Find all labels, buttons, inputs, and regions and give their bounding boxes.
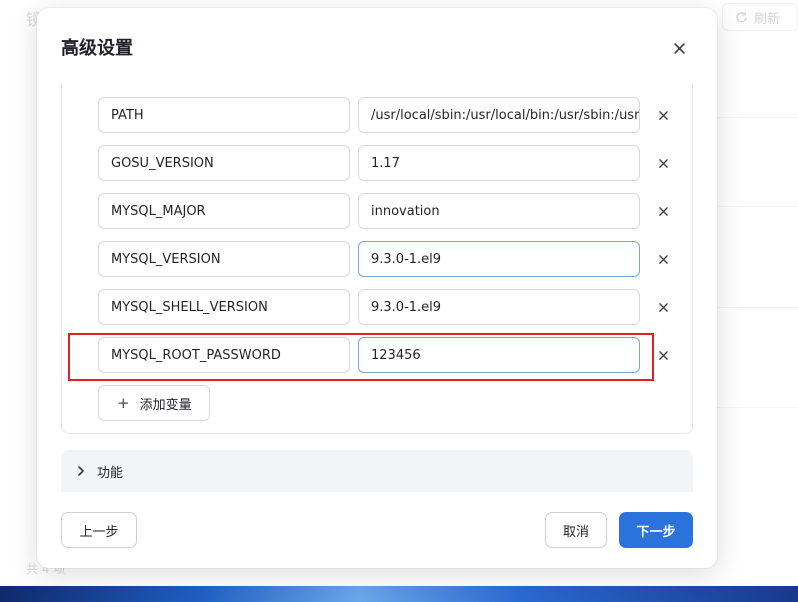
remove-variable-button[interactable] [654, 298, 672, 316]
env-key-input[interactable]: MYSQL_VERSION [98, 241, 350, 277]
close-icon [658, 302, 668, 312]
add-variable-button[interactable]: + 添加变量 [98, 385, 210, 421]
close-icon [658, 254, 668, 264]
dialog-title: 高级设置 [61, 38, 133, 59]
env-key-input[interactable]: MYSQL_MAJOR [98, 193, 350, 229]
env-var-row: MYSQL_VERSION 9.3.0-1.el9 [98, 241, 668, 277]
env-value-input[interactable]: 9.3.0-1.el9 [358, 289, 640, 325]
close-icon [658, 110, 668, 120]
env-value-input[interactable]: 9.3.0-1.el9 [358, 241, 640, 277]
close-button[interactable] [669, 38, 689, 58]
remove-variable-button[interactable] [654, 202, 672, 220]
env-value-input[interactable]: /usr/local/sbin:/usr/local/bin:/usr/sbin… [358, 97, 640, 133]
section-features-label: 功能 [97, 465, 124, 481]
close-icon [658, 206, 668, 216]
env-key-input[interactable]: GOSU_VERSION [98, 145, 350, 181]
advanced-settings-dialog: 高级设置 PATH /usr/local/sbin:/usr/local/bin… [37, 8, 717, 568]
env-var-row: MYSQL_SHELL_VERSION 9.3.0-1.el9 [98, 289, 668, 325]
env-var-row: MYSQL_ROOT_PASSWORD 123456 [98, 337, 668, 373]
add-variable-label: 添加变量 [139, 397, 192, 413]
next-step-button[interactable]: 下一步 [619, 512, 693, 548]
prev-step-button[interactable]: 上一步 [61, 512, 137, 548]
env-var-row: PATH /usr/local/sbin:/usr/local/bin:/usr… [98, 97, 668, 133]
env-key-input[interactable]: MYSQL_ROOT_PASSWORD [98, 337, 350, 373]
remove-variable-button[interactable] [654, 250, 672, 268]
env-var-row: GOSU_VERSION 1.17 [98, 145, 668, 181]
remove-variable-button[interactable] [654, 346, 672, 364]
env-key-input[interactable]: MYSQL_SHELL_VERSION [98, 289, 350, 325]
env-value-input[interactable]: innovation [358, 193, 640, 229]
env-value-input[interactable]: 1.17 [358, 145, 640, 181]
close-icon [673, 42, 685, 54]
env-key-input[interactable]: PATH [98, 97, 350, 133]
chevron-right-icon [78, 466, 84, 476]
close-icon [658, 158, 668, 168]
desktop-wallpaper [0, 586, 798, 602]
remove-variable-button[interactable] [654, 154, 672, 172]
env-value-input[interactable]: 123456 [358, 337, 640, 373]
remove-variable-button[interactable] [654, 106, 672, 124]
env-var-row: MYSQL_MAJOR innovation [98, 193, 668, 229]
plus-icon: + [117, 393, 130, 412]
close-icon [658, 350, 668, 360]
cancel-button[interactable]: 取消 [545, 512, 607, 548]
section-features-toggle[interactable]: 功能 [61, 450, 693, 492]
